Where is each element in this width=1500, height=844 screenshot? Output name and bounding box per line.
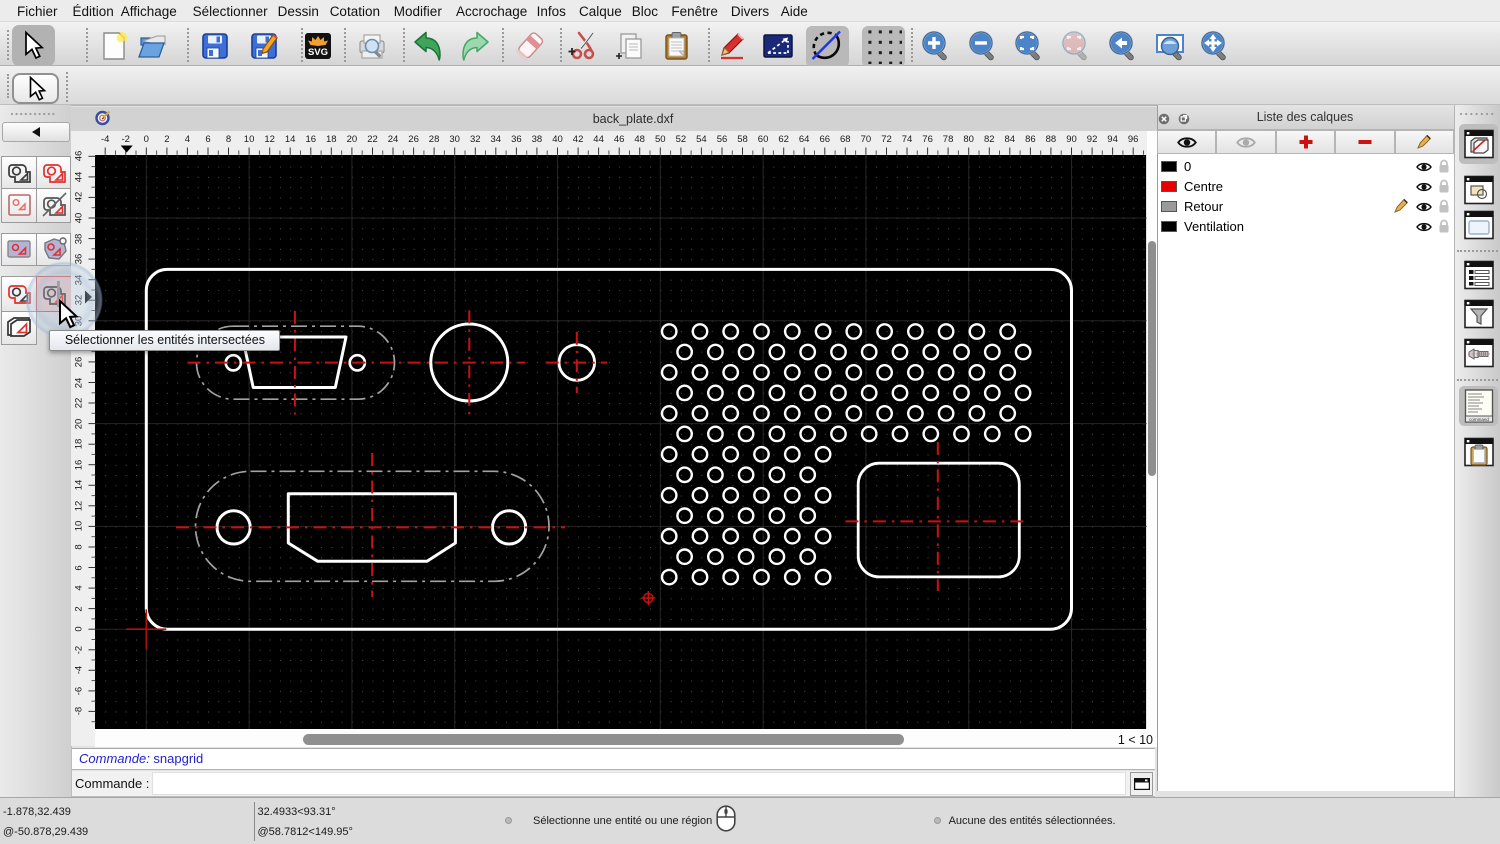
svg-text:command: command [1469,417,1489,422]
